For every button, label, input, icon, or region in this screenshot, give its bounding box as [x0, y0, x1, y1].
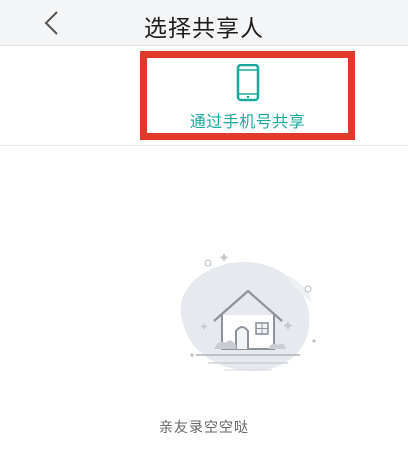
top-bar: 选择共享人 — [0, 0, 408, 46]
page-title: 选择共享人 — [144, 16, 264, 42]
share-by-phone-label: 通过手机号共享 — [189, 112, 306, 131]
share-by-phone-button[interactable]: 通过手机号共享 — [140, 51, 355, 140]
empty-state-text: 亲友录空空哒 — [159, 420, 249, 436]
share-options-row: 通过手机号共享 — [0, 46, 408, 146]
phone-icon — [236, 64, 259, 102]
empty-house-icon — [180, 253, 316, 372]
main-content: 亲友录空空哒 — [0, 147, 408, 469]
